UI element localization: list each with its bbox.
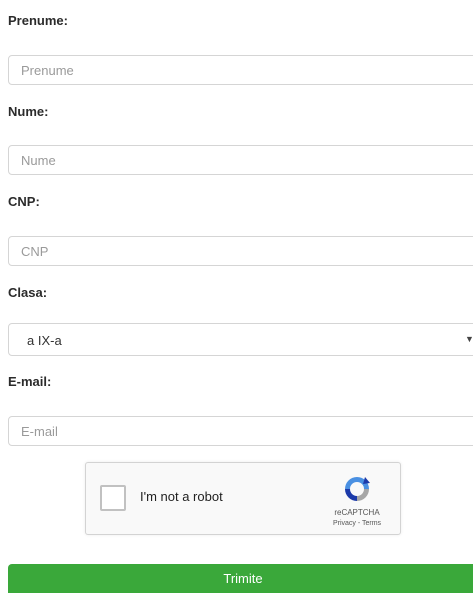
recaptcha-privacy-terms-links[interactable]: Privacy - Terms bbox=[322, 520, 392, 527]
recaptcha-logo-icon bbox=[345, 477, 370, 501]
recaptcha-label: I'm not a robot bbox=[140, 489, 223, 504]
prenume-input[interactable] bbox=[8, 55, 473, 85]
recaptcha-brand: reCAPTCHA bbox=[334, 508, 380, 517]
prenume-label: Prenume: bbox=[8, 13, 68, 28]
dropdown-arrow-icon: ▼ bbox=[465, 334, 473, 344]
registration-form: Prenume: Nume: CNP: Clasa: a IX-a ▼ E-ma… bbox=[0, 0, 473, 593]
clasa-selected-value: a IX-a bbox=[27, 333, 62, 348]
nume-input[interactable] bbox=[8, 145, 473, 175]
recaptcha-checkbox[interactable] bbox=[100, 485, 126, 511]
clasa-label: Clasa: bbox=[8, 285, 48, 300]
cnp-input[interactable] bbox=[8, 236, 473, 266]
recaptcha-widget: I'm not a robot reCAPTCHA Privacy - Term… bbox=[85, 462, 401, 535]
submit-button[interactable]: Trimite bbox=[8, 564, 473, 593]
email-label: E-mail: bbox=[8, 374, 52, 389]
clasa-select[interactable]: a IX-a ▼ bbox=[8, 323, 473, 356]
email-input[interactable] bbox=[8, 416, 473, 446]
nume-label: Nume: bbox=[8, 104, 49, 119]
cnp-label: CNP: bbox=[8, 194, 40, 209]
